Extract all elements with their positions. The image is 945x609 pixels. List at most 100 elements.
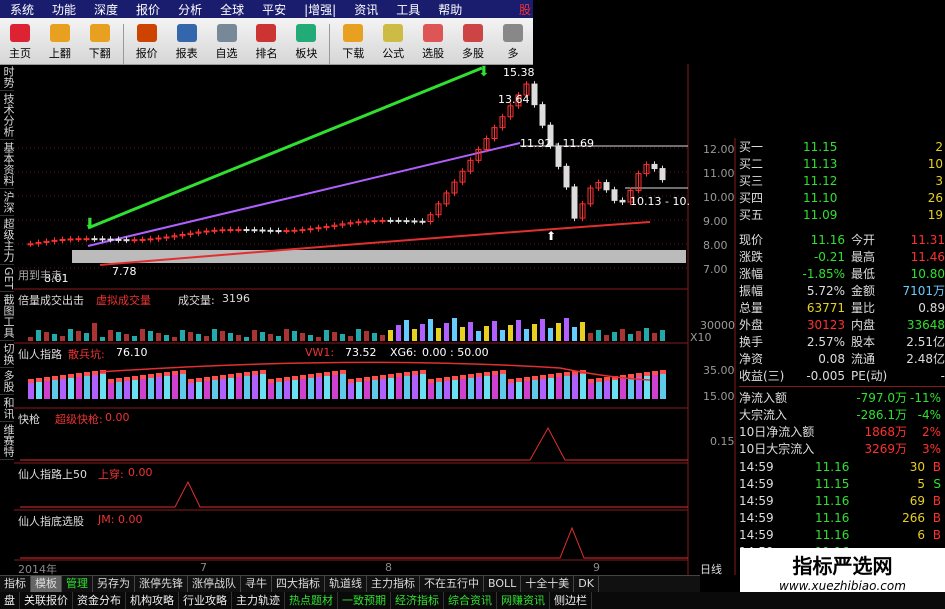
indicator-bar xyxy=(252,375,258,399)
volume-bar xyxy=(508,325,513,341)
indicator-tab-11[interactable]: BOLL xyxy=(484,576,522,592)
volume-bar xyxy=(460,327,465,341)
volume-title: 倍量成交出击 xyxy=(18,294,84,307)
info-tab-8[interactable]: 经济指标 xyxy=(391,592,444,609)
indicator-bar xyxy=(540,379,546,399)
info-tab-1[interactable]: 关联报价 xyxy=(20,592,73,609)
quote-value: 2.51亿 xyxy=(906,335,945,349)
indicator-cap xyxy=(412,371,418,375)
indicator-tab-8[interactable]: 轨道线 xyxy=(325,576,367,592)
indicator-bar xyxy=(444,381,450,399)
candle xyxy=(419,220,426,223)
indicator-cap xyxy=(220,375,226,379)
panel2-ind3: XG6: xyxy=(390,346,417,359)
indicator-cap xyxy=(116,378,122,382)
indicator-cap xyxy=(516,378,522,382)
tick-row: 14:59 11.16 266 B xyxy=(739,509,945,526)
indicator-tab-13[interactable]: DK xyxy=(574,576,599,592)
indicator-tab-6[interactable]: 寻牛 xyxy=(241,576,272,592)
indicator-bar xyxy=(244,376,250,399)
indicator-cap xyxy=(188,379,194,383)
indicator-bar xyxy=(172,375,178,399)
flow-pct: -4% xyxy=(917,407,941,422)
tick-side: B xyxy=(932,459,941,474)
watermark-title: 指标严选网 xyxy=(792,554,893,578)
indicator-cap xyxy=(324,372,330,376)
volume-bar xyxy=(532,324,537,341)
order-label: 买一 xyxy=(739,140,764,154)
chart-note: 用到丰走 xyxy=(18,269,62,282)
candle xyxy=(27,243,34,246)
price-label: 10.13 - 10. xyxy=(630,195,690,208)
volume-bar xyxy=(252,330,257,341)
indicator-bar xyxy=(292,380,298,399)
indicator-cap xyxy=(164,372,170,376)
candle xyxy=(531,83,538,106)
indicator-tab-10[interactable]: 不在五行中 xyxy=(420,576,484,592)
indicator-tab-1[interactable]: 模板 xyxy=(31,576,62,592)
indicator-bar xyxy=(84,376,90,399)
candle xyxy=(411,220,418,223)
order-price: 11.12 xyxy=(803,173,838,188)
panel2-title: 仙人指路 xyxy=(18,348,62,361)
indicator-cap xyxy=(316,373,322,377)
indicator-bar xyxy=(316,377,322,399)
indicator-cap xyxy=(156,373,162,377)
indicator-tab-2[interactable]: 管理 xyxy=(62,576,93,592)
price-label: 7.78 xyxy=(112,265,137,278)
volume-bar xyxy=(244,337,249,341)
indicator-tab-9[interactable]: 主力指标 xyxy=(367,576,420,592)
panel2-axis: 15.00 xyxy=(703,390,735,403)
indicator-bar xyxy=(452,380,458,399)
panel3-ind-val: 0.00 xyxy=(105,411,130,424)
indicator-tab-12[interactable]: 十全十美 xyxy=(521,576,575,592)
indicator-cap xyxy=(420,370,426,374)
info-tab-2[interactable]: 资金分布 xyxy=(73,592,126,609)
volume-bar xyxy=(196,334,201,341)
info-tab-11[interactable]: 侧边栏 xyxy=(550,592,592,609)
info-tab-6[interactable]: 热点题材 xyxy=(285,592,338,609)
indicator-bar xyxy=(420,374,426,399)
quote-row: 涨幅 -1.85% 最低 10.80 xyxy=(739,265,945,282)
indicator-bar xyxy=(628,378,634,399)
indicator-bar xyxy=(276,382,282,399)
volume-bar xyxy=(468,322,473,341)
order-vol: 19 xyxy=(927,207,943,222)
indicator-tab-4[interactable]: 涨停先锋 xyxy=(135,576,188,592)
indicator-bar xyxy=(28,383,34,399)
volume-bar xyxy=(148,331,153,341)
indicator-bar xyxy=(572,375,578,399)
info-tab-3[interactable]: 机构攻略 xyxy=(126,592,179,609)
info-tab-4[interactable]: 行业攻略 xyxy=(179,592,232,609)
quote-value: 11.16 xyxy=(810,232,845,247)
indicator-bar xyxy=(428,383,434,399)
indicator-tab-5[interactable]: 涨停战队 xyxy=(188,576,241,592)
info-tab-7[interactable]: 一致预期 xyxy=(338,592,391,609)
info-tab-0[interactable]: 盘 xyxy=(0,592,20,609)
tick-price: 11.16 xyxy=(815,493,850,508)
candle xyxy=(283,230,290,233)
quote-value: 11.31 xyxy=(910,232,945,247)
indicator-cap xyxy=(204,377,210,381)
volume-bar xyxy=(452,318,457,341)
indicator-tab-3[interactable]: 另存为 xyxy=(93,576,135,592)
indicator-cap xyxy=(212,376,218,380)
volume-bar xyxy=(636,331,641,341)
price-label: 15.38 xyxy=(503,66,535,79)
info-tab-5[interactable]: 主力轨迹 xyxy=(232,592,285,609)
indicator-cap xyxy=(52,376,58,380)
indicator-bar xyxy=(380,379,386,399)
order-vol: 26 xyxy=(927,190,943,205)
info-tab-9[interactable]: 综合资讯 xyxy=(444,592,497,609)
indicator-tab-7[interactable]: 四大指标 xyxy=(272,576,325,592)
indicator-tab-0[interactable]: 指标 xyxy=(0,576,31,592)
quote-label: 最高 xyxy=(851,250,876,264)
volume-bar xyxy=(556,323,561,341)
tick-time: 14:59 xyxy=(739,510,774,525)
candlesticks xyxy=(27,81,666,247)
info-tab-10[interactable]: 网赚资讯 xyxy=(497,592,550,609)
panel2-ind3-val: 0.00 : 50.00 xyxy=(422,346,489,359)
indicator-bar xyxy=(492,375,498,399)
indicator-bar xyxy=(516,382,522,399)
indicator-bar xyxy=(76,377,82,399)
